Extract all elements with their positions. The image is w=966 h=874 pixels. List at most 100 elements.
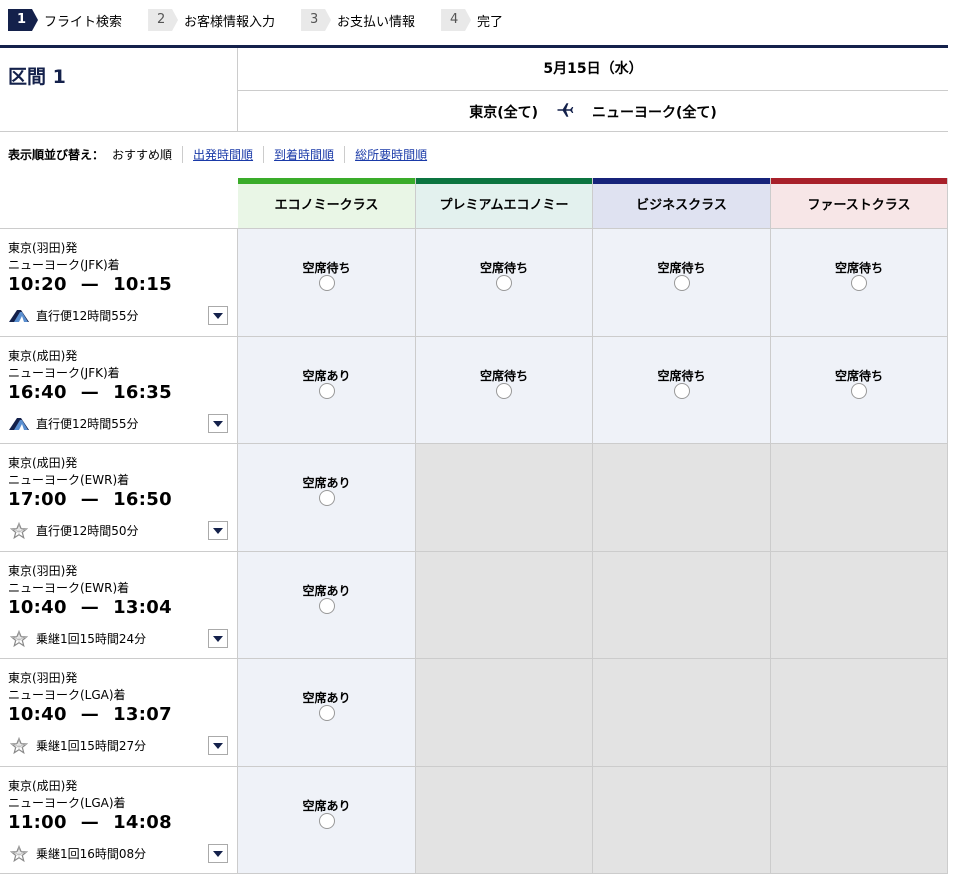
departure-time: 17:00 — [8, 489, 67, 510]
sort-label: 表示順並び替え： — [8, 148, 105, 162]
expand-details-button[interactable] — [208, 306, 228, 325]
fare-cell[interactable]: 空席あり — [238, 552, 416, 659]
fare-radio[interactable] — [318, 598, 335, 614]
fare-cell-unavailable — [771, 767, 948, 874]
step-4: 4 完了 — [441, 9, 503, 31]
flight-summary: 乗継1回16時間08分 — [8, 844, 147, 862]
seat-status: 空席待ち — [657, 369, 706, 383]
fare-cell-unavailable — [771, 552, 948, 659]
fare-cell-unavailable — [771, 659, 948, 766]
flight-origin: 東京(羽田)発 — [8, 564, 78, 578]
fare-radio[interactable] — [673, 275, 690, 291]
flight-summary: 直行便12時間55分 — [8, 415, 139, 432]
airplane-icon — [556, 102, 574, 122]
fare-cell[interactable]: 空席待ち — [416, 229, 593, 336]
expand-details-button[interactable] — [208, 521, 228, 540]
section-title: 区間 1 — [8, 66, 66, 88]
fare-radio[interactable] — [318, 813, 335, 829]
class-header-business: ビジネスクラス — [593, 178, 771, 229]
fare-cell[interactable]: 空席あり — [238, 337, 416, 444]
flight-summary: 乗継1回15時間27分 — [8, 736, 146, 754]
ana-logo-icon — [8, 307, 30, 324]
flight-destination: ニューヨーク(JFK)着 — [8, 258, 120, 272]
flight-summary: 直行便12時間50分 — [8, 521, 139, 539]
step-4-label: 完了 — [477, 14, 504, 30]
expand-details-button[interactable] — [208, 736, 228, 755]
flight-origin: 東京(成田)発 — [8, 349, 78, 363]
fare-cell[interactable]: 空席あり — [238, 767, 416, 874]
time-separator: — — [80, 812, 100, 833]
fare-cell[interactable]: 空席あり — [238, 444, 416, 551]
flight-destination: ニューヨーク(LGA)着 — [8, 796, 126, 810]
fare-cell[interactable]: 空席待ち — [593, 337, 771, 444]
sort-arrival-link[interactable]: 到着時間順 — [264, 146, 346, 163]
fare-radio[interactable] — [318, 490, 335, 506]
fare-cell[interactable]: 空席待ち — [238, 229, 416, 336]
flight-times: 17:00 — 16:50 — [8, 489, 172, 510]
expand-details-button[interactable] — [208, 844, 228, 863]
step-1-number: 1 — [8, 9, 38, 31]
step-3-label: お支払い情報 — [337, 14, 416, 30]
chevron-down-icon — [213, 742, 223, 749]
fare-radio[interactable] — [851, 275, 867, 291]
arrival-time: 13:04 — [113, 597, 172, 618]
arrival-time: 16:50 — [113, 489, 172, 510]
departure-time: 10:40 — [8, 597, 67, 618]
class-bar-premium-economy — [416, 178, 592, 184]
seat-status: 空席待ち — [834, 369, 883, 383]
step-1-label: フライト検索 — [44, 14, 123, 30]
time-separator: — — [80, 704, 100, 725]
flight-destination: ニューヨーク(EWR)着 — [8, 581, 130, 595]
expand-details-button[interactable] — [208, 629, 228, 648]
fare-cell[interactable]: 空席あり — [238, 659, 416, 766]
flight-duration: 乗継1回15時間24分 — [36, 632, 147, 646]
sort-duration-link[interactable]: 総所要時間順 — [345, 146, 437, 163]
fare-radio[interactable] — [318, 275, 335, 291]
fare-cell[interactable]: 空席待ち — [416, 337, 593, 444]
fare-cell-unavailable — [593, 767, 771, 874]
seat-status: 空席あり — [302, 691, 351, 705]
departure-time: 10:40 — [8, 704, 67, 725]
class-bar-economy — [238, 178, 415, 184]
seat-status: 空席待ち — [302, 261, 351, 275]
flight-destination: ニューヨーク(LGA)着 — [8, 688, 126, 702]
fare-radio[interactable] — [673, 383, 690, 399]
star-alliance-icon — [8, 844, 30, 862]
step-3: 3 お支払い情報 — [301, 9, 415, 31]
fare-radio[interactable] — [851, 383, 867, 399]
departure-time: 10:20 — [8, 274, 67, 295]
class-name: ファーストクラス — [807, 197, 911, 213]
progress-steps: 1 フライト検索 2 お客様情報入力 3 お支払い情報 4 完了 — [8, 9, 529, 31]
class-header-premium-economy: プレミアムエコノミー — [416, 178, 593, 229]
time-separator: — — [80, 597, 100, 618]
flight-row: 東京(成田)発 ニューヨーク(JFK)着 16:40 — 16:35 直行便12時間55分 — [0, 337, 238, 444]
seat-status: 空席あり — [302, 476, 351, 490]
flight-origin: 東京(羽田)発 — [8, 671, 78, 685]
seat-status: 空席待ち — [479, 261, 528, 275]
fare-cell-unavailable — [593, 444, 771, 551]
class-bar-business — [593, 178, 770, 184]
fare-radio[interactable] — [496, 275, 512, 291]
sort-current: おすすめ順 — [112, 146, 184, 163]
fare-radio[interactable] — [318, 705, 335, 721]
flight-duration: 乗継1回16時間08分 — [36, 847, 147, 861]
step-1: 1 フライト検索 — [8, 9, 122, 31]
sort-departure-link[interactable]: 出発時間順 — [183, 146, 265, 163]
fare-cell[interactable]: 空席待ち — [593, 229, 771, 336]
fare-radio[interactable] — [318, 383, 335, 399]
section-label-cell: 区間 1 — [0, 48, 238, 132]
fare-radio[interactable] — [496, 383, 512, 399]
fare-cell[interactable]: 空席待ち — [771, 229, 948, 336]
fare-cell-unavailable — [416, 552, 593, 659]
flight-row: 東京(成田)発 ニューヨーク(LGA)着 11:00 — 14:08 乗継1回16時間08… — [0, 767, 238, 874]
departure-time: 16:40 — [8, 382, 67, 403]
step-2-number: 2 — [148, 9, 179, 31]
class-header-first: ファーストクラス — [771, 178, 948, 229]
arrival-time: 10:15 — [113, 274, 172, 295]
class-bar-first — [771, 178, 947, 184]
flight-summary: 乗継1回15時間24分 — [8, 629, 147, 647]
seat-status: 空席あり — [302, 584, 351, 598]
chevron-down-icon — [213, 312, 223, 319]
expand-details-button[interactable] — [208, 414, 228, 433]
fare-cell[interactable]: 空席待ち — [771, 337, 948, 444]
